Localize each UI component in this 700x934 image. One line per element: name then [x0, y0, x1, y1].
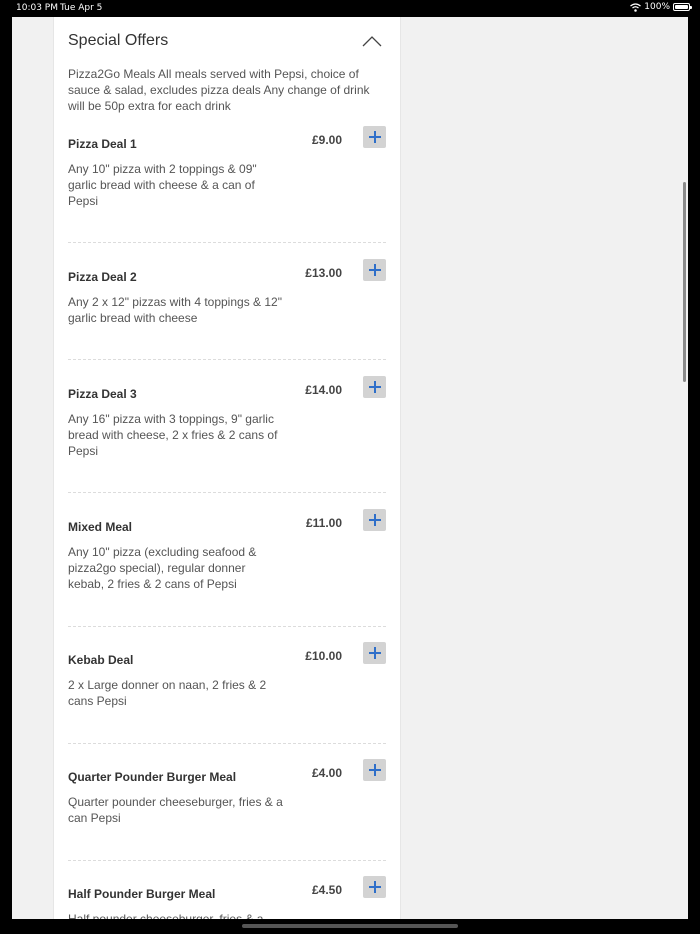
divider [68, 359, 386, 360]
add-button[interactable] [363, 642, 386, 664]
battery-percent: 100% [644, 2, 670, 12]
status-date: Tue Apr 5 [60, 3, 103, 13]
plus-icon [368, 514, 381, 526]
item-price: £11.00 [305, 516, 342, 530]
divider [68, 242, 386, 243]
plus-icon [368, 647, 381, 659]
section-description: Pizza2Go Meals All meals served with Pep… [68, 67, 370, 113]
item-price: £14.00 [305, 383, 342, 397]
item-price: £4.50 [311, 883, 342, 897]
plus-icon [368, 881, 381, 893]
item-price: £13.00 [305, 266, 342, 280]
item-name: Mixed Meal [68, 520, 133, 534]
divider [68, 492, 386, 493]
battery-icon [673, 3, 692, 11]
item-name: Pizza Deal 2 [68, 270, 137, 284]
add-button[interactable] [363, 509, 386, 531]
wifi-icon [630, 2, 642, 12]
divider [68, 860, 386, 861]
item-description: Any 2 x 12" pizzas with 4 toppings & 12"… [68, 295, 282, 325]
add-button[interactable] [363, 876, 386, 898]
status-bar: 10:03 PM Tue Apr 5 100% [0, 0, 700, 16]
chevron-up-icon[interactable] [361, 34, 383, 48]
divider [68, 626, 386, 627]
plus-icon [368, 381, 381, 393]
item-description: Half pounder cheeseburger, fries & a can… [68, 912, 264, 919]
scrollbar[interactable] [683, 182, 686, 382]
home-indicator[interactable] [242, 924, 458, 928]
item-description: 2 x Large donner on naan, 2 fries & 2 ca… [68, 678, 267, 708]
item-price: £10.00 [305, 649, 342, 663]
item-name: Kebab Deal [68, 653, 134, 667]
menu-panel: Special Offers Pizza2Go Meals All meals … [53, 17, 401, 919]
add-button[interactable] [363, 376, 386, 398]
item-price: £4.00 [311, 766, 342, 780]
add-button[interactable] [363, 126, 386, 148]
plus-icon [368, 764, 381, 776]
section-title: Special Offers [68, 32, 169, 49]
item-name: Pizza Deal 3 [68, 387, 137, 401]
add-button[interactable] [363, 259, 386, 281]
item-description: Any 10" pizza with 2 toppings & 09" garl… [68, 162, 257, 208]
item-price: £9.00 [311, 133, 342, 147]
item-description: Any 16" pizza with 3 toppings, 9" garlic… [68, 412, 278, 458]
item-name: Pizza Deal 1 [68, 137, 137, 151]
status-indicators: 100% [630, 2, 692, 12]
item-description: Quarter pounder cheeseburger, fries & a … [68, 795, 283, 825]
add-button[interactable] [363, 759, 386, 781]
item-description: Any 10" pizza (excluding seafood & pizza… [68, 545, 257, 591]
plus-icon [368, 264, 381, 276]
item-name: Quarter Pounder Burger Meal [68, 770, 237, 784]
plus-icon [368, 131, 381, 143]
divider [68, 743, 386, 744]
app-screen: Special Offers Pizza2Go Meals All meals … [12, 17, 688, 919]
item-name: Half Pounder Burger Meal [68, 887, 216, 901]
status-time: 10:03 PM [16, 3, 58, 13]
